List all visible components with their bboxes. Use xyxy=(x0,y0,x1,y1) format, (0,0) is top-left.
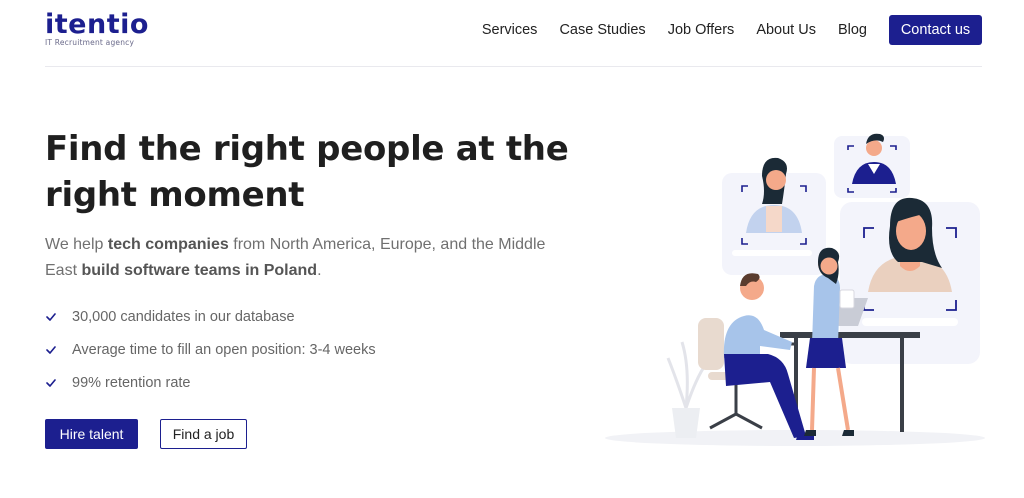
check-icon xyxy=(45,344,57,356)
feature-item: 99% retention rate xyxy=(45,366,376,399)
check-icon xyxy=(45,311,57,323)
feature-list: 30,000 candidates in our database Averag… xyxy=(45,300,376,399)
recruitment-illustration xyxy=(600,118,990,453)
nav-services[interactable]: Services xyxy=(482,22,538,38)
site-header: itentio IT Recruitment agency Services C… xyxy=(0,0,1024,66)
feature-text: 30,000 candidates in our database xyxy=(72,308,295,325)
hero-title-bold: right moment xyxy=(45,175,305,215)
check-icon xyxy=(45,377,57,389)
hero-desc-text: . xyxy=(317,262,322,279)
find-a-job-button[interactable]: Find a job xyxy=(160,419,247,449)
contact-us-button[interactable]: Contact us xyxy=(889,15,982,45)
hire-talent-button[interactable]: Hire talent xyxy=(45,419,138,449)
logo[interactable]: itentio IT Recruitment agency xyxy=(45,9,149,48)
nav-blog[interactable]: Blog xyxy=(838,22,867,38)
feature-item: 30,000 candidates in our database xyxy=(45,300,376,333)
header-divider xyxy=(45,66,982,67)
logo-tagline: IT Recruitment agency xyxy=(45,38,135,47)
hero-title-text: at the xyxy=(444,129,569,169)
hero-desc-bold: build software teams in Poland xyxy=(81,262,318,279)
nav-about-us[interactable]: About Us xyxy=(756,22,816,38)
nav-job-offers[interactable]: Job Offers xyxy=(668,22,735,38)
feature-text: Average time to fill an open position: 3… xyxy=(72,341,376,358)
main-nav: Services Case Studies Job Offers About U… xyxy=(460,15,982,45)
feature-text: 99% retention rate xyxy=(72,374,191,391)
nav-case-studies[interactable]: Case Studies xyxy=(559,22,645,38)
hero-description: We help tech companies from North Americ… xyxy=(45,232,575,284)
hero-title-bold: right people xyxy=(212,129,445,169)
hero-title: Find the right people at the right momen… xyxy=(45,126,605,218)
feature-item: Average time to fill an open position: 3… xyxy=(45,333,376,366)
hero-title-text: Find the xyxy=(45,129,213,169)
hero-desc-bold: tech companies xyxy=(107,236,229,253)
logo-wordmark: itentio xyxy=(45,9,149,40)
hero-desc-text: We help xyxy=(45,236,108,253)
